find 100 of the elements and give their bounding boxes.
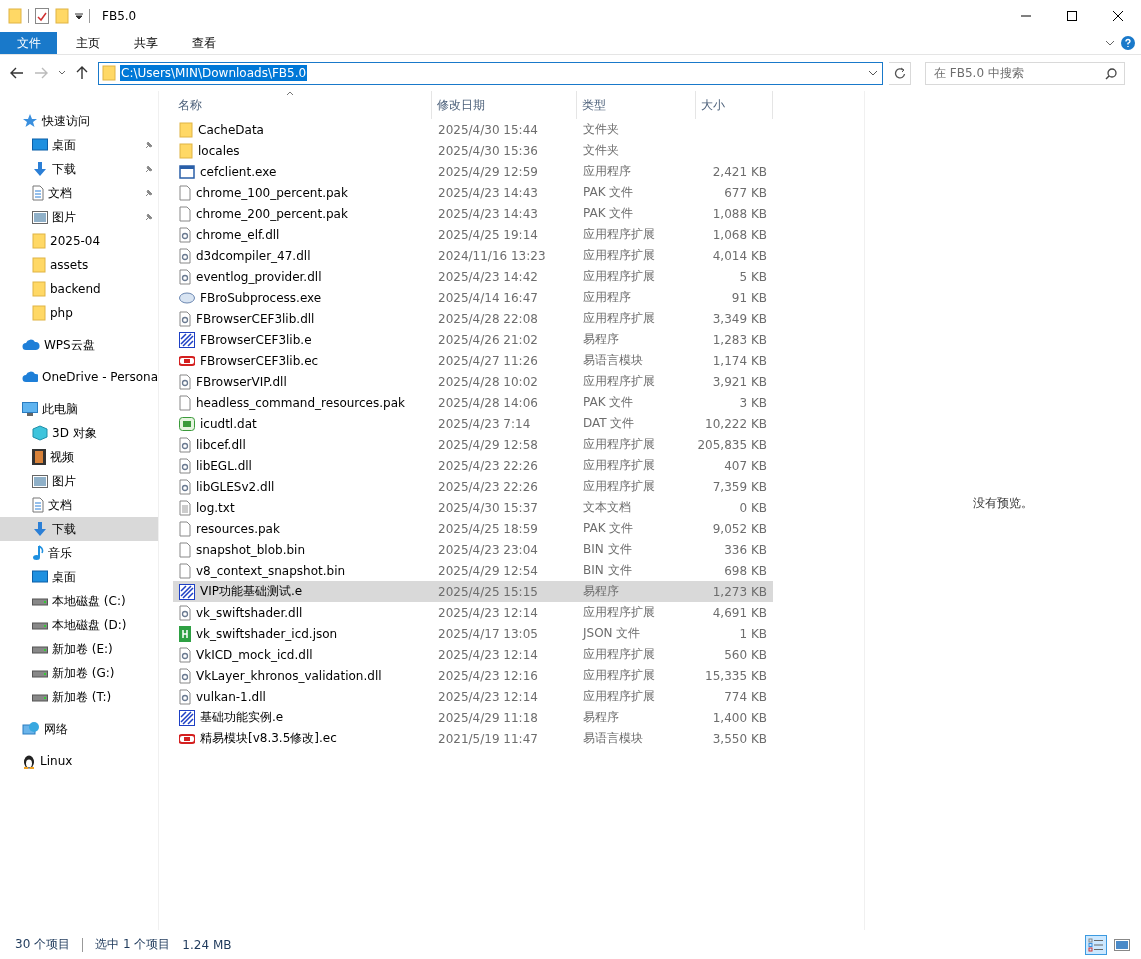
search-field[interactable]: 在 FB5.0 中搜索 [925, 61, 1125, 85]
nav-item[interactable]: 3D 对象 [0, 421, 158, 445]
address-field[interactable]: C:\Users\MIN\Downloads\FB5.0 [98, 61, 883, 85]
nav-item[interactable]: 新加卷 (T:) [0, 685, 158, 709]
size-cell: 1,273 KB [712, 584, 767, 599]
file-row[interactable]: libGLESv2.dll 2025/4/23 22:26 应用程序扩展 7,359 KB [173, 476, 773, 497]
chevron-down-icon[interactable] [1105, 40, 1115, 46]
column-header[interactable]: 修改日期 [432, 91, 577, 119]
nav-item[interactable]: 网络 [0, 717, 158, 741]
chevron-down-icon[interactable] [868, 70, 878, 76]
file-row[interactable]: d3dcompiler_47.dll 2024/11/16 13:23 应用程序扩展 4,014 KB [173, 245, 773, 266]
file-row[interactable]: vulkan-1.dll 2025/4/23 12:14 应用程序扩展 774 KB [173, 686, 773, 707]
file-row[interactable]: chrome_elf.dll 2025/4/25 19:14 应用程序扩展 1,068 KB [173, 224, 773, 245]
date-cell: 2025/4/28 10:02 [438, 374, 538, 389]
date-cell: 2025/4/23 14:43 [438, 185, 538, 200]
up-button[interactable] [74, 66, 90, 80]
file-row[interactable]: VIP功能基础测试.e 2025/4/25 15:15 易程序 1,273 KB [173, 581, 773, 602]
file-row[interactable]: snapshot_blob.bin 2025/4/23 23:04 BIN 文件 336 KB [173, 539, 773, 560]
file-row[interactable]: FBrowserCEF3lib.ec 2025/4/27 11:26 易语言模块 1,174 KB [173, 350, 773, 371]
type-cell: 应用程序扩展 [583, 478, 655, 495]
nav-item[interactable]: 桌面 [0, 565, 158, 589]
size-cell: 698 KB [724, 563, 767, 578]
nav-item[interactable]: 新加卷 (G:) [0, 661, 158, 685]
file-row[interactable]: locales 2025/4/30 15:36 文件夹 [173, 140, 773, 161]
file-row[interactable]: chrome_200_percent.pak 2025/4/23 14:43 PAK 文件 1,088 KB [173, 203, 773, 224]
file-row[interactable]: vk_swiftshader_icd.json 2025/4/17 13:05 JSON 文件 1 KB [173, 623, 773, 644]
preview-message: 没有预览。 [973, 495, 1033, 512]
file-row[interactable]: libcef.dll 2025/4/29 12:58 应用程序扩展 205,835 KB [173, 434, 773, 455]
type-cell: 易语言模块 [583, 352, 643, 369]
nav-item[interactable]: php [0, 301, 158, 325]
nav-item[interactable]: 桌面 [0, 133, 158, 157]
nav-item[interactable]: 快速访问 [0, 109, 158, 133]
ribbon-tab[interactable]: 主页 [61, 32, 115, 54]
nav-item[interactable]: Linux [0, 749, 158, 773]
nav-item[interactable]: OneDrive - Persona [0, 365, 158, 389]
file-row[interactable]: icudtl.dat 2025/4/23 7:14 DAT 文件 10,222 KB [173, 413, 773, 434]
file-row[interactable]: eventlog_provider.dll 2025/4/23 14:42 应用程序扩展 5 KB [173, 266, 773, 287]
file-row[interactable]: vk_swiftshader.dll 2025/4/23 12:14 应用程序扩展 4,691 KB [173, 602, 773, 623]
file-row[interactable]: FBrowserCEF3lib.e 2025/4/26 21:02 易程序 1,283 KB [173, 329, 773, 350]
file-name: libcef.dll [196, 437, 246, 452]
folder-icon [8, 8, 22, 24]
type-cell: PAK 文件 [583, 520, 634, 537]
ribbon-tab[interactable]: 共享 [119, 32, 173, 54]
nav-item[interactable]: 文档 [0, 493, 158, 517]
file-name: log.txt [196, 500, 235, 515]
file-row[interactable]: resources.pak 2025/4/25 18:59 PAK 文件 9,052 KB [173, 518, 773, 539]
file-row[interactable]: FBrowserCEF3lib.dll 2025/4/28 22:08 应用程序扩展 3,349 KB [173, 308, 773, 329]
nav-item[interactable]: 本地磁盘 (D:) [0, 613, 158, 637]
file-row[interactable]: FBrowserVIP.dll 2025/4/28 10:02 应用程序扩展 3,921 KB [173, 371, 773, 392]
ribbon-tab[interactable]: 文件 [0, 32, 57, 54]
file-icon [179, 520, 191, 537]
file-row[interactable]: VkLayer_khronos_validation.dll 2025/4/23 12:16 应用程序扩展 15,335 KB [173, 665, 773, 686]
nav-item[interactable]: 图片 [0, 205, 158, 229]
date-cell: 2025/4/30 15:36 [438, 143, 538, 158]
file-row[interactable]: 基础功能实例.e 2025/4/29 11:18 易程序 1,400 KB [173, 707, 773, 728]
file-row[interactable]: chrome_100_percent.pak 2025/4/23 14:43 PAK 文件 677 KB [173, 182, 773, 203]
nav-item[interactable]: 图片 [0, 469, 158, 493]
nav-item[interactable]: 2025-04 [0, 229, 158, 253]
size-cell: 15,335 KB [705, 668, 767, 683]
file-row[interactable]: libEGL.dll 2025/4/23 22:26 应用程序扩展 407 KB [173, 455, 773, 476]
nav-item[interactable]: 下载 [0, 157, 158, 181]
date-cell: 2025/4/30 15:37 [438, 500, 538, 515]
file-row[interactable]: 精易模块[v8.3.5修改].ec 2021/5/19 11:47 易语言模块 3,550 KB [173, 728, 773, 749]
file-name: VkICD_mock_icd.dll [196, 647, 313, 662]
refresh-button[interactable] [889, 61, 911, 85]
column-header[interactable]: 名称 [173, 91, 432, 119]
date-cell: 2025/4/29 12:59 [438, 164, 538, 179]
drive-icon [32, 668, 48, 678]
nav-item[interactable]: 新加卷 (E:) [0, 637, 158, 661]
nav-item[interactable]: 下载 [0, 517, 158, 541]
file-row[interactable]: VkICD_mock_icd.dll 2025/4/23 12:14 应用程序扩展 560 KB [173, 644, 773, 665]
window-icon [179, 164, 195, 179]
nav-item[interactable]: 本地磁盘 (C:) [0, 589, 158, 613]
file-row[interactable]: CacheData 2025/4/30 15:44 文件夹 [173, 119, 773, 140]
details-view-button[interactable] [1085, 934, 1107, 955]
dropdown-icon[interactable] [75, 12, 83, 20]
back-button[interactable] [8, 67, 26, 79]
nav-item[interactable]: 视频 [0, 445, 158, 469]
nav-item[interactable]: backend [0, 277, 158, 301]
file-row[interactable]: cefclient.exe 2025/4/29 12:59 应用程序 2,421 KB [173, 161, 773, 182]
module-logo-icon [179, 733, 195, 744]
file-name: 基础功能实例.e [200, 709, 284, 726]
recent-dropdown-button[interactable] [56, 70, 68, 76]
size-cell: 10,222 KB [705, 416, 767, 431]
ribbon-tab[interactable]: 查看 [177, 32, 231, 54]
nav-item[interactable]: 音乐 [0, 541, 158, 565]
date-cell: 2025/4/23 22:26 [438, 458, 538, 473]
file-row[interactable]: headless_command_resources.pak 2025/4/28 14:06 PAK 文件 3 KB [173, 392, 773, 413]
file-row[interactable]: log.txt 2025/4/30 15:37 文本文档 0 KB [173, 497, 773, 518]
file-row[interactable]: FBroSubprocess.exe 2025/4/14 16:47 应用程序 91 KB [173, 287, 773, 308]
help-icon[interactable] [1121, 36, 1135, 50]
nav-item[interactable]: assets [0, 253, 158, 277]
nav-item[interactable]: 此电脑 [0, 397, 158, 421]
file-row[interactable]: v8_context_snapshot.bin 2025/4/29 12:54 BIN 文件 698 KB [173, 560, 773, 581]
column-header[interactable]: 大小 [696, 91, 773, 119]
drive-icon [32, 692, 48, 702]
column-header[interactable]: 类型 [577, 91, 696, 119]
checklist-icon[interactable] [35, 8, 49, 24]
nav-item[interactable]: 文档 [0, 181, 158, 205]
nav-item[interactable]: WPS云盘 [0, 333, 158, 357]
